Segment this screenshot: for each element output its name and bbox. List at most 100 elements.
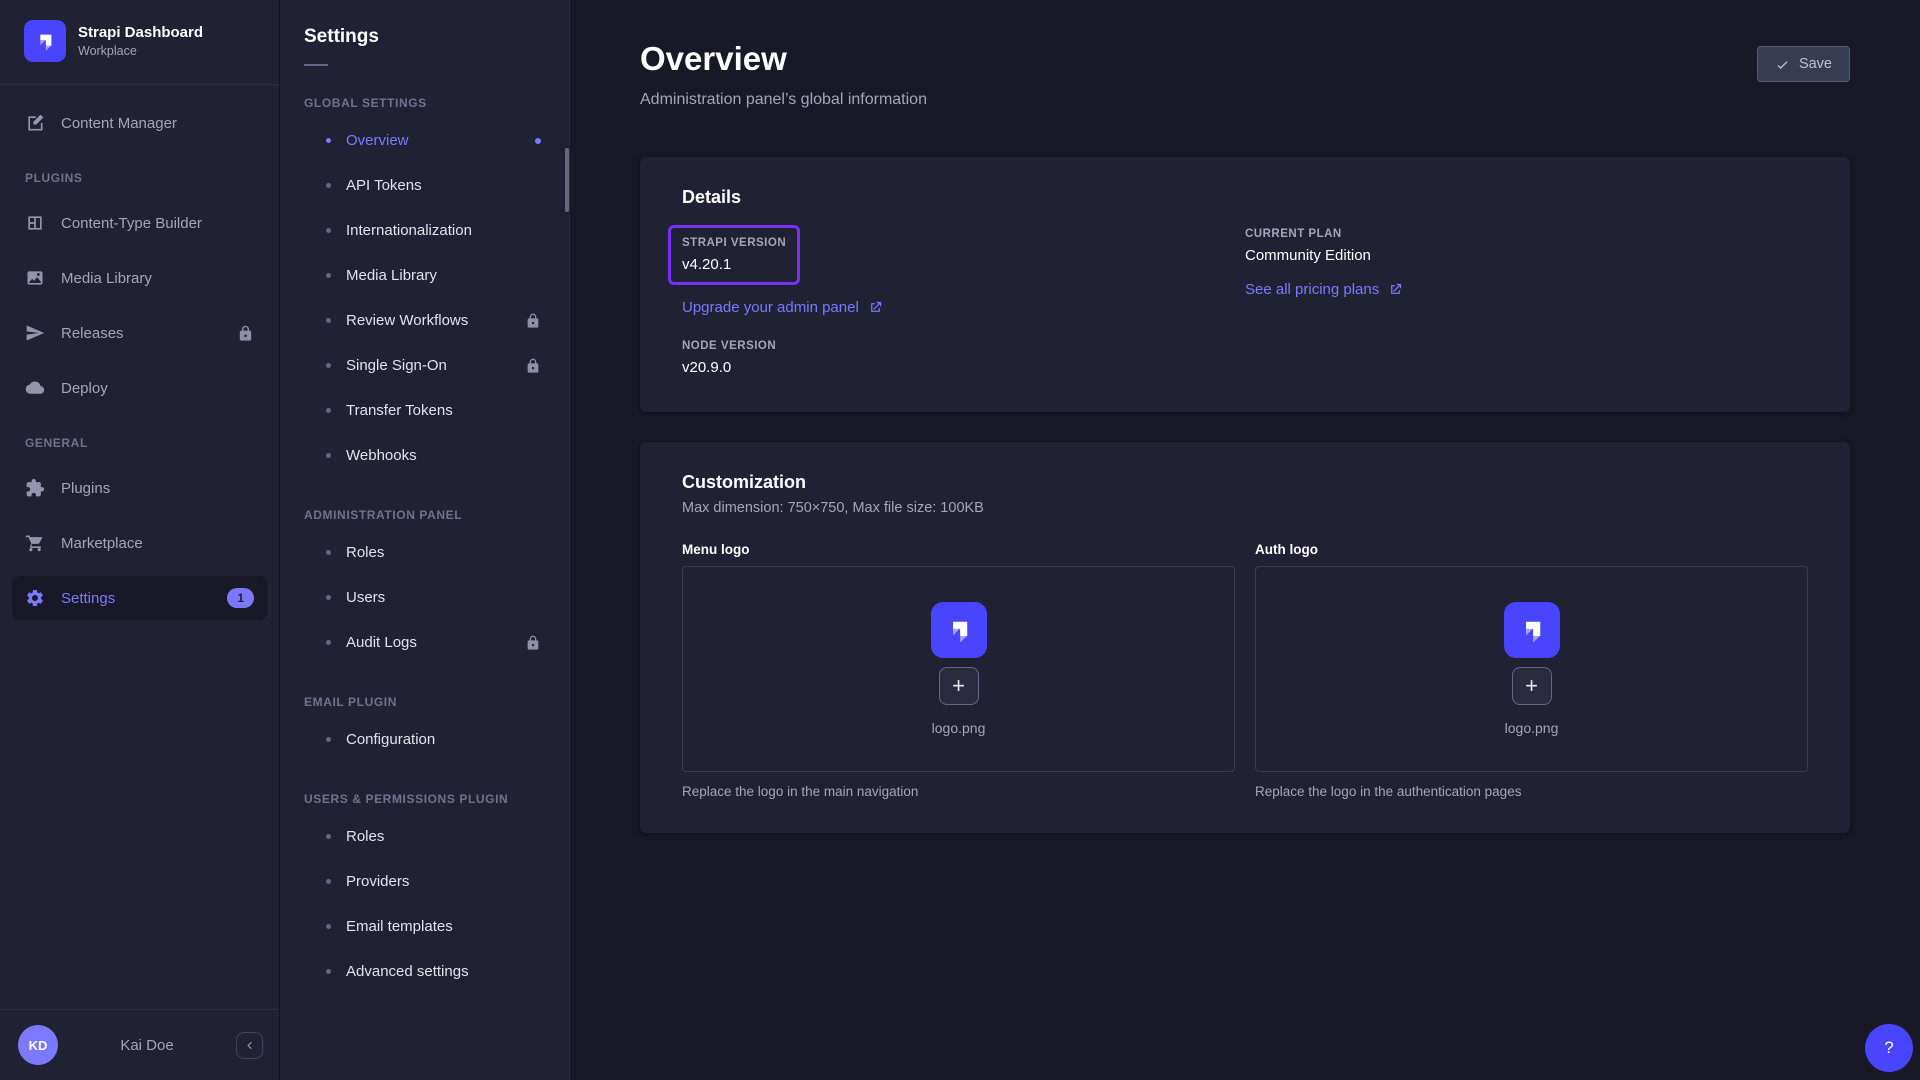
subnav-title: Settings: [280, 26, 569, 48]
workspace-subtitle: Workplace: [78, 44, 203, 58]
subnav-item-api-tokens[interactable]: API Tokens: [280, 163, 569, 208]
current-plan-value: Community Edition: [1245, 247, 1808, 264]
sidebar-item-deploy[interactable]: Deploy: [12, 366, 267, 410]
sidebar-item-label: Content-Type Builder: [61, 215, 202, 232]
sidebar-item-label: Marketplace: [61, 535, 143, 552]
save-button[interactable]: Save: [1757, 46, 1850, 82]
subnav-item-up-roles[interactable]: Roles: [280, 814, 569, 859]
bullet-icon: [326, 879, 331, 884]
subnav-item-label: Users: [346, 589, 385, 606]
cart-icon: [25, 533, 45, 553]
main-sidebar: Strapi Dashboard Workplace Content Manag…: [0, 0, 280, 1080]
lock-icon: [525, 313, 541, 329]
workspace-brand[interactable]: Strapi Dashboard Workplace: [0, 0, 279, 84]
subnav-item-audit-logs[interactable]: Audit Logs: [280, 620, 569, 665]
subnav-item-single-sign-on[interactable]: Single Sign-On: [280, 343, 569, 388]
subnav-item-label: Roles: [346, 544, 384, 561]
avatar[interactable]: KD: [18, 1025, 58, 1065]
pricing-link-label: See all pricing plans: [1245, 281, 1379, 298]
lock-icon: [525, 635, 541, 651]
subnav-item-label: Advanced settings: [346, 963, 469, 980]
lock-icon: [525, 358, 541, 374]
subnav-item-advanced-settings[interactable]: Advanced settings: [280, 949, 569, 994]
subnav-section-global-settings: GLOBAL SETTINGS: [280, 96, 569, 110]
bullet-icon: [326, 318, 331, 323]
subnav-item-users[interactable]: Users: [280, 575, 569, 620]
upgrade-admin-panel-link[interactable]: Upgrade your admin panel: [682, 299, 883, 316]
subnav-scrollbar[interactable]: [565, 148, 569, 212]
auth-logo-dropzone[interactable]: + logo.png: [1255, 566, 1808, 772]
strapi-version-label: STRAPI VERSION: [682, 237, 786, 249]
sidebar-item-content-type-builder[interactable]: Content-Type Builder: [12, 201, 267, 245]
subnav-item-configuration[interactable]: Configuration: [280, 717, 569, 762]
sidebar-item-media-library[interactable]: Media Library: [12, 256, 267, 300]
subnav-item-label: Configuration: [346, 731, 435, 748]
bullet-icon: [326, 183, 331, 188]
notification-badge: 1: [227, 588, 254, 608]
customization-card: Customization Max dimension: 750×750, Ma…: [640, 442, 1850, 833]
subnav-item-label: Internationalization: [346, 222, 472, 239]
subnav-item-label: Providers: [346, 873, 409, 890]
bullet-icon: [326, 228, 331, 233]
help-button[interactable]: ?: [1865, 1024, 1913, 1072]
node-version-value: v20.9.0: [682, 359, 1245, 376]
sidebar-item-label: Releases: [61, 325, 124, 342]
node-version-label: NODE VERSION: [682, 340, 1245, 352]
sidebar-item-label: Settings: [61, 590, 115, 607]
subnav-title-divider: [304, 64, 328, 66]
bullet-icon: [326, 924, 331, 929]
current-plan-label: CURRENT PLAN: [1245, 228, 1808, 240]
subnav-item-media-library[interactable]: Media Library: [280, 253, 569, 298]
sidebar-item-marketplace[interactable]: Marketplace: [12, 521, 267, 565]
bullet-icon: [326, 969, 331, 974]
user-name: Kai Doe: [58, 1037, 236, 1054]
sidebar-item-releases[interactable]: Releases: [12, 311, 267, 355]
external-link-icon: [1388, 282, 1403, 297]
subnav-item-review-workflows[interactable]: Review Workflows: [280, 298, 569, 343]
subnav-item-label: Single Sign-On: [346, 357, 447, 374]
collapse-sidebar-button[interactable]: [236, 1032, 263, 1059]
auth-logo-caption: Replace the logo in the authentication p…: [1255, 784, 1808, 799]
bullet-icon: [326, 138, 331, 143]
sidebar-item-settings[interactable]: Settings 1: [12, 576, 267, 620]
save-button-label: Save: [1799, 56, 1832, 72]
sidebar-item-content-manager[interactable]: Content Manager: [12, 101, 267, 145]
sidebar-item-label: Deploy: [61, 380, 108, 397]
subnav-item-label: Review Workflows: [346, 312, 468, 329]
menu-logo-dropzone[interactable]: + logo.png: [682, 566, 1235, 772]
workspace-title: Strapi Dashboard: [78, 24, 203, 43]
subnav-section-administration-panel: ADMINISTRATION PANEL: [280, 508, 569, 522]
subnav-item-admin-roles[interactable]: Roles: [280, 530, 569, 575]
check-icon: [1775, 57, 1790, 72]
subnav-item-providers[interactable]: Providers: [280, 859, 569, 904]
subnav-item-internationalization[interactable]: Internationalization: [280, 208, 569, 253]
bullet-icon: [326, 595, 331, 600]
paper-plane-icon: [25, 323, 45, 343]
subnav-item-email-templates[interactable]: Email templates: [280, 904, 569, 949]
add-logo-button[interactable]: +: [1512, 667, 1552, 705]
details-left-column: STRAPI VERSION v4.20.1 Upgrade your admi…: [682, 212, 1245, 376]
bullet-icon: [326, 834, 331, 839]
bullet-icon: [326, 408, 331, 413]
subnav-item-label: Media Library: [346, 267, 437, 284]
subnav-item-transfer-tokens[interactable]: Transfer Tokens: [280, 388, 569, 433]
puzzle-icon: [25, 478, 45, 498]
pricing-plans-link[interactable]: See all pricing plans: [1245, 281, 1403, 298]
menu-logo-zone: Menu logo + logo.png Replace the logo in…: [682, 542, 1235, 799]
active-dot-icon: [535, 138, 541, 144]
sidebar-section-plugins: PLUGINS: [0, 171, 279, 185]
subnav-item-label: Overview: [346, 132, 409, 149]
auth-logo-label: Auth logo: [1255, 542, 1808, 557]
image-icon: [25, 268, 45, 288]
subnav-item-overview[interactable]: Overview: [280, 118, 569, 163]
sidebar-item-label: Media Library: [61, 270, 152, 287]
subnav-item-webhooks[interactable]: Webhooks: [280, 433, 569, 478]
cloud-icon: [25, 378, 45, 398]
menu-logo-caption: Replace the logo in the main navigation: [682, 784, 1235, 799]
details-card: Details STRAPI VERSION v4.20.1 Upgrade y…: [640, 157, 1850, 412]
pencil-icon: [25, 113, 45, 133]
sidebar-item-plugins[interactable]: Plugins: [12, 466, 267, 510]
logo-file-name: logo.png: [932, 720, 986, 736]
add-logo-button[interactable]: +: [939, 667, 979, 705]
subnav-item-label: Transfer Tokens: [346, 402, 453, 419]
